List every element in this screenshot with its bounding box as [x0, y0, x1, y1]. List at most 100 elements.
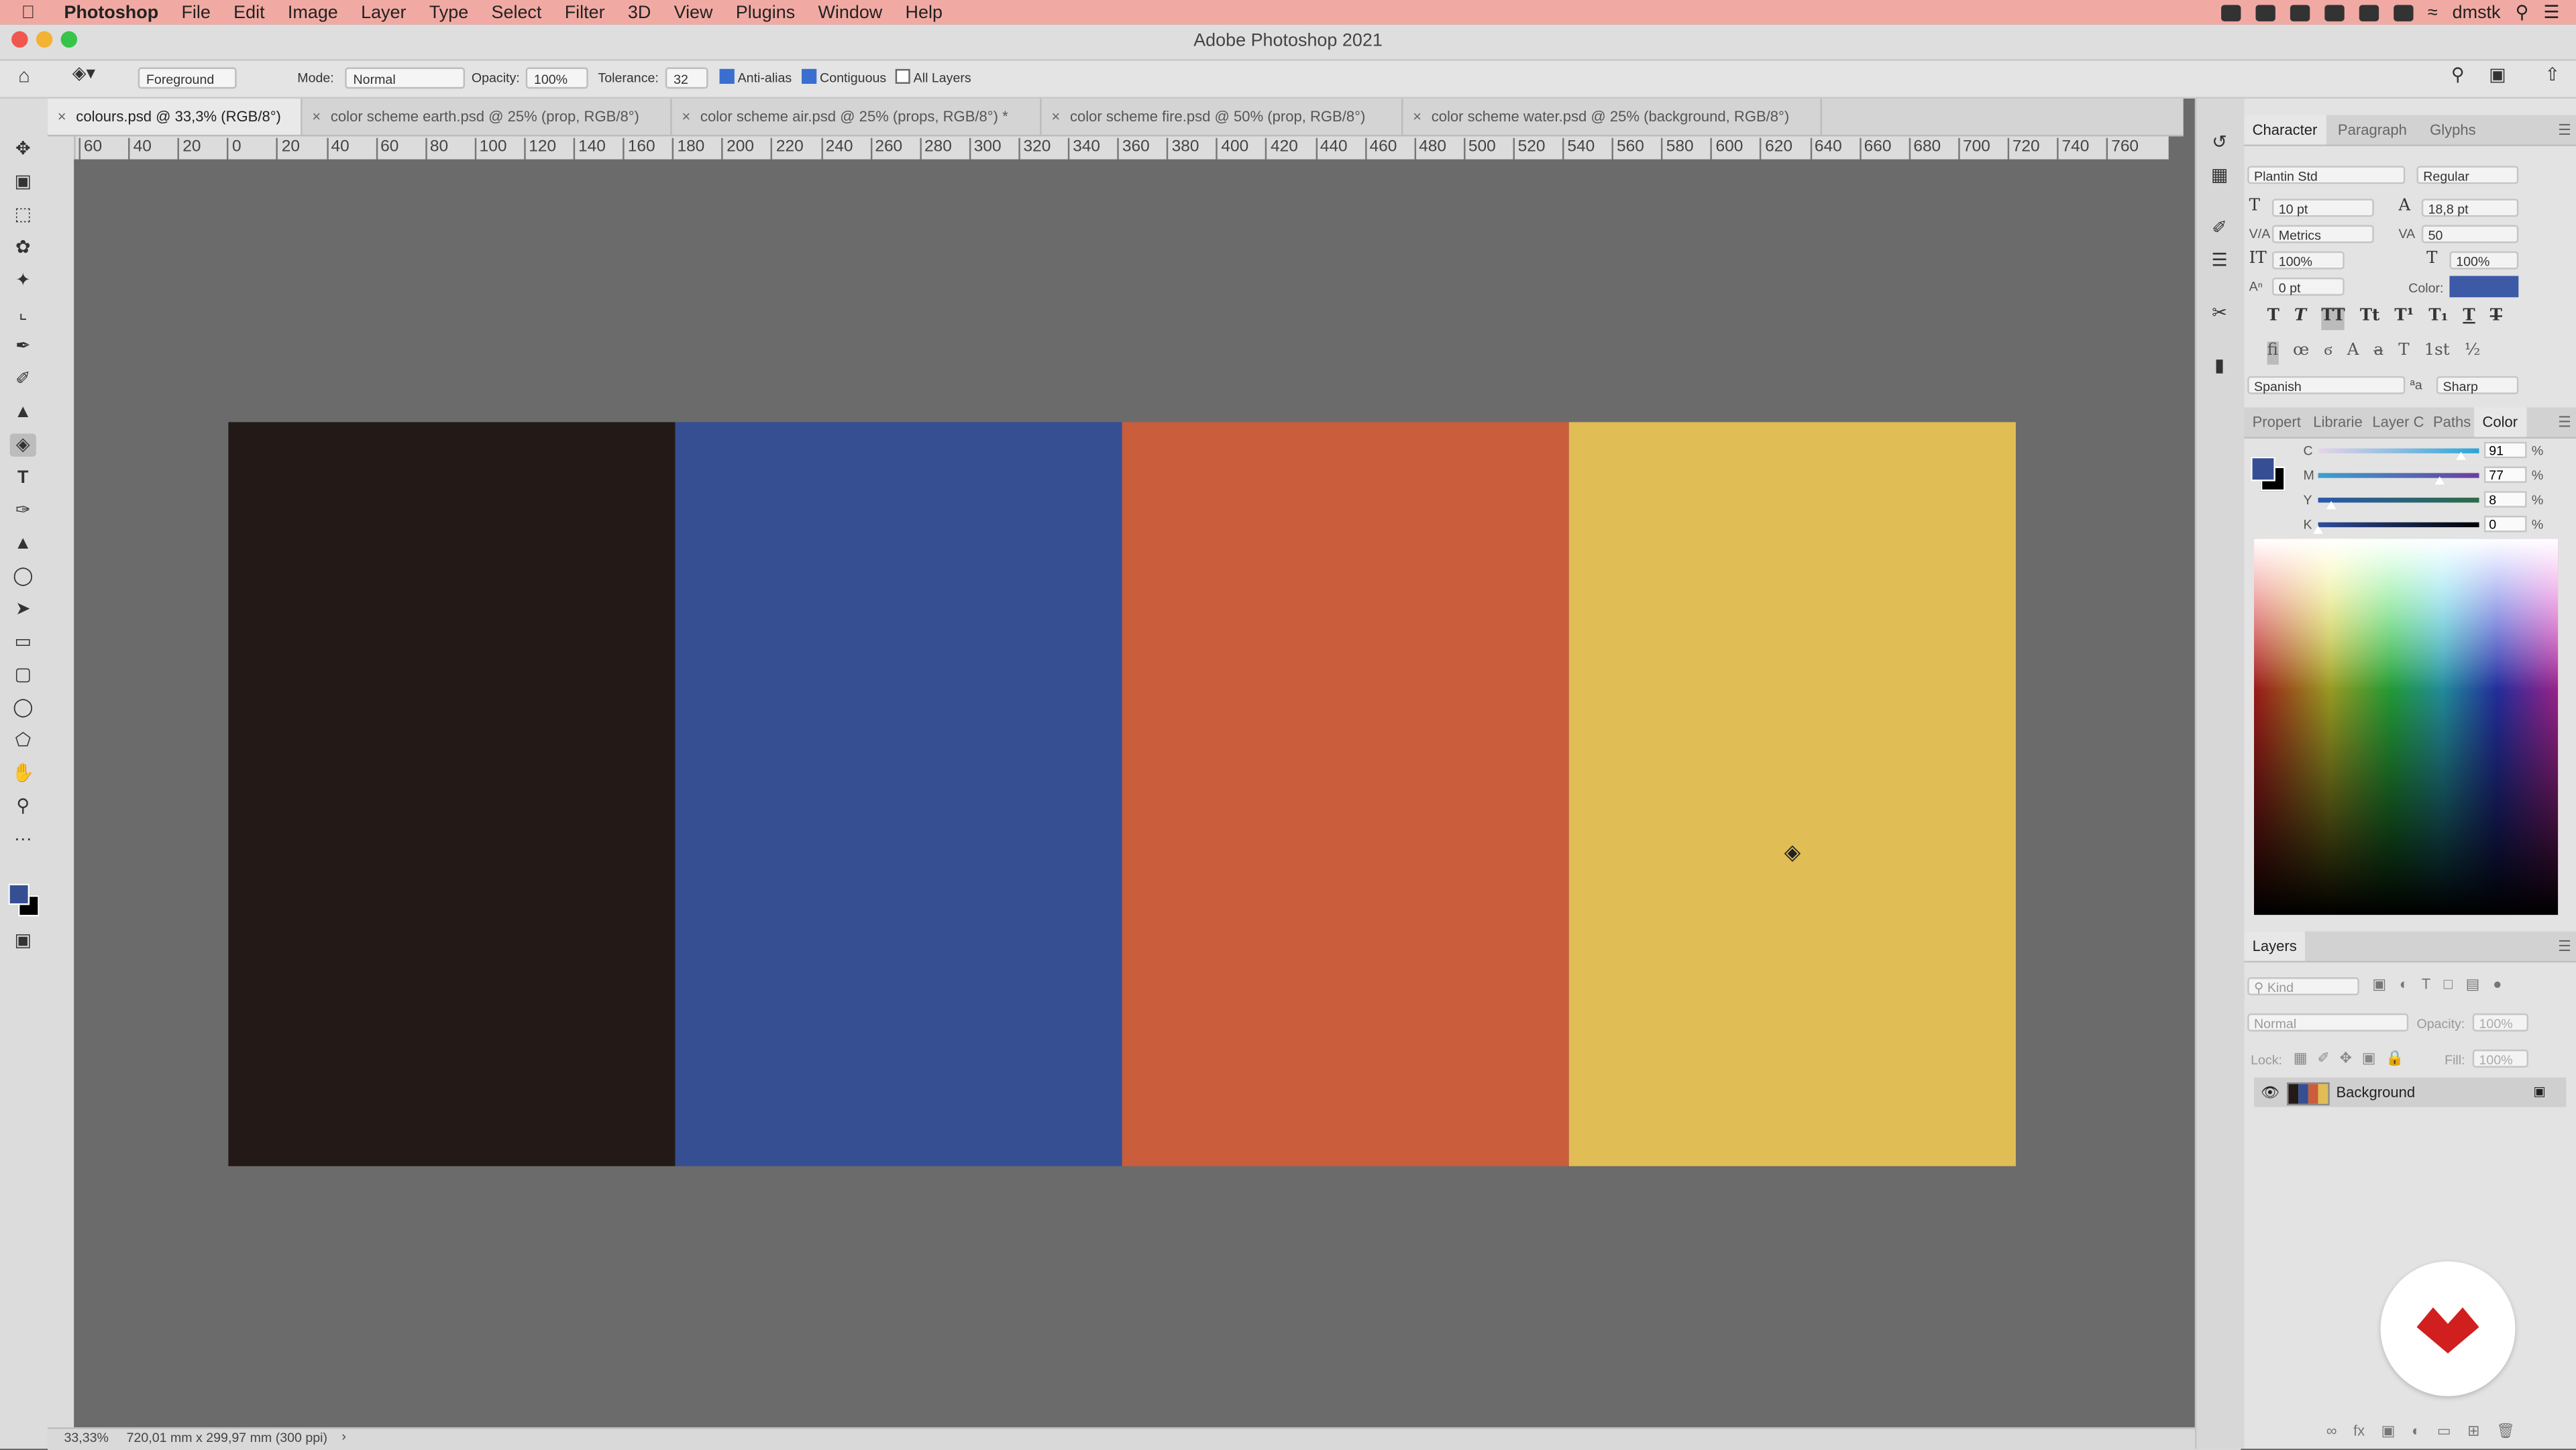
new-layer-icon[interactable]: ⊞ — [2467, 1423, 2479, 1441]
all-layers-checkbox[interactable]: All Layers — [895, 67, 971, 89]
adjustment-layer-icon[interactable]: ◐ — [2412, 1423, 2420, 1441]
tab-water[interactable]: × color scheme water.psd @ 25% (backgroun… — [1403, 98, 1822, 135]
color-swatch-blue[interactable] — [675, 422, 1122, 1166]
lock-position-icon[interactable]: ✥ — [2340, 1050, 2352, 1068]
wifi-icon[interactable]: ≈ — [2428, 3, 2438, 22]
ligatures-button[interactable]: fi — [2267, 341, 2278, 365]
zoom-level[interactable]: 33,33% — [64, 1431, 109, 1445]
brush-tool-icon[interactable]: ✐ — [10, 368, 36, 391]
stamp-tool-icon[interactable]: ▲ — [10, 532, 36, 555]
foreground-color-swatch[interactable] — [8, 883, 30, 905]
language-select[interactable]: Spanish — [2247, 376, 2406, 394]
layer-opacity-field[interactable]: 100% — [2472, 1013, 2529, 1031]
smart-object-filter-icon[interactable]: ▤ — [2466, 976, 2480, 994]
strikethrough-button[interactable]: T — [2490, 307, 2502, 330]
move-tool-icon[interactable]: ✥ — [10, 138, 36, 161]
path-selection-tool-icon[interactable]: ➤ — [10, 598, 36, 620]
menu-edit[interactable]: Edit — [233, 3, 264, 22]
menu-type[interactable]: Type — [429, 3, 468, 22]
pixel-filter-icon[interactable]: ▣ — [2372, 976, 2386, 994]
tab-air[interactable]: × color scheme air.psd @ 25% (props, RGB/… — [672, 98, 1042, 135]
tab-libraries[interactable]: Librarie — [2305, 407, 2371, 437]
color-foreground-swatch[interactable] — [2251, 456, 2275, 482]
record-icon[interactable] — [2324, 4, 2344, 21]
ellipse-tool-icon[interactable]: ◯ — [10, 696, 36, 719]
eye-icon[interactable]: 👁 — [2261, 1078, 2279, 1107]
close-tab-icon[interactable]: × — [1413, 109, 1421, 125]
menu-3d[interactable]: 3D — [628, 3, 651, 22]
rounded-rectangle-tool-icon[interactable]: ▢ — [10, 663, 36, 686]
custom-shape-tool-icon[interactable]: ⬠ — [10, 729, 36, 752]
user-name[interactable]: dmstk — [2453, 3, 2501, 22]
menu-select[interactable]: Select — [492, 3, 542, 22]
stylistic-alternates-button[interactable]: A — [2347, 341, 2359, 364]
font-family-select[interactable]: Plantin Std — [2247, 166, 2406, 184]
ordinals-button[interactable]: 1st — [2424, 341, 2450, 364]
channel-value[interactable]: 8 — [2483, 491, 2527, 508]
channel-slider[interactable] — [2318, 498, 2479, 510]
layer-kind-filter[interactable]: ⚲ Kind — [2247, 977, 2359, 996]
anti-alias-checkbox[interactable]: Anti-alias — [719, 67, 792, 89]
contiguous-checkbox[interactable]: Contiguous — [802, 67, 886, 89]
menu-help[interactable]: Help — [906, 3, 943, 22]
tab-character[interactable]: Character — [2244, 115, 2326, 145]
tab-properties[interactable]: Propert — [2244, 407, 2309, 437]
close-tab-icon[interactable]: × — [1051, 109, 1060, 125]
type-tool-icon[interactable]: T — [10, 467, 36, 490]
small-caps-button[interactable]: Tt — [2360, 307, 2380, 330]
layer-blend-mode[interactable]: Normal — [2247, 1013, 2409, 1031]
paint-bucket-tool-icon[interactable]: ◈ — [9, 433, 36, 457]
channel-value[interactable]: 91 — [2483, 441, 2527, 459]
screen-icon[interactable] — [2290, 4, 2310, 21]
control-center-icon[interactable]: ☰ — [2543, 1, 2559, 23]
close-tab-icon[interactable]: × — [312, 109, 321, 125]
panel-menu-icon[interactable]: ☰ — [2550, 407, 2576, 437]
titling-button[interactable]: a̶ — [2374, 341, 2384, 364]
pen-tool-icon[interactable]: ✑ — [10, 499, 36, 522]
link-layers-icon[interactable]: ∞ — [2326, 1423, 2337, 1441]
close-tab-icon[interactable]: × — [58, 109, 66, 125]
tracking-field[interactable]: 50 — [2421, 225, 2519, 243]
opacity-field[interactable]: 100% — [525, 67, 588, 89]
adjustments-icon[interactable]: ☰ — [2206, 249, 2233, 272]
subscript-button[interactable]: T₁ — [2428, 307, 2448, 330]
tab-layer-comps[interactable]: Layer C — [2364, 407, 2432, 437]
channel-value[interactable]: 0 — [2483, 515, 2527, 533]
tab-earth[interactable]: × color scheme earth.psd @ 25% (prop, RGB… — [303, 98, 672, 135]
new-group-icon[interactable]: ▭ — [2437, 1423, 2451, 1441]
character-panel-icon[interactable]: ▮ — [2206, 355, 2233, 378]
menu-plugins[interactable]: Plugins — [736, 3, 795, 22]
lock-pixels-icon[interactable]: ✐ — [2317, 1050, 2329, 1068]
baseline-shift-field[interactable]: 0 pt — [2271, 277, 2345, 296]
swash-button[interactable]: ϭ — [2324, 341, 2332, 364]
menu-layer[interactable]: Layer — [361, 3, 406, 22]
old-style-button[interactable]: œ — [2293, 341, 2309, 364]
tolerance-field[interactable]: 32 — [665, 67, 708, 89]
shape-filter-icon[interactable]: □ — [2444, 976, 2453, 994]
filter-toggle-icon[interactable]: ● — [2493, 976, 2502, 994]
tab-paths[interactable]: Paths — [2425, 407, 2479, 437]
tab-layers[interactable]: Layers — [2244, 931, 2305, 961]
airplay-icon[interactable] — [2358, 4, 2379, 21]
grid-icon[interactable]: ▦ — [2206, 164, 2233, 187]
slider-handle-icon[interactable] — [2313, 525, 2323, 534]
color-swatch-yellow[interactable] — [1568, 422, 2016, 1166]
smudge-tool-icon[interactable]: ◯ — [10, 565, 36, 588]
layer-style-icon[interactable]: fx — [2353, 1423, 2365, 1441]
contextual-button[interactable]: T — [2398, 341, 2409, 364]
panel-menu-icon[interactable]: ☰ — [2550, 932, 2576, 961]
tab-glyphs[interactable]: Glyphs — [2422, 115, 2484, 144]
mode-select[interactable]: Normal — [345, 67, 466, 89]
menu-window[interactable]: Window — [818, 3, 882, 22]
bluetooth-icon[interactable] — [2393, 4, 2413, 21]
tab-paragraph[interactable]: Paragraph — [2330, 115, 2415, 144]
channel-slider[interactable] — [2318, 448, 2479, 460]
quick-mask-icon[interactable]: ▣ — [10, 930, 36, 952]
color-spectrum[interactable] — [2254, 539, 2559, 915]
home-icon[interactable]: ⌂ — [18, 65, 30, 87]
leading-field[interactable]: 18,8 pt — [2421, 199, 2519, 217]
superscript-button[interactable]: T¹ — [2394, 307, 2414, 330]
app-menu[interactable]: Photoshop — [64, 3, 159, 22]
add-mask-icon[interactable]: ▣ — [2381, 1423, 2396, 1441]
text-color-swatch[interactable] — [2449, 276, 2519, 298]
